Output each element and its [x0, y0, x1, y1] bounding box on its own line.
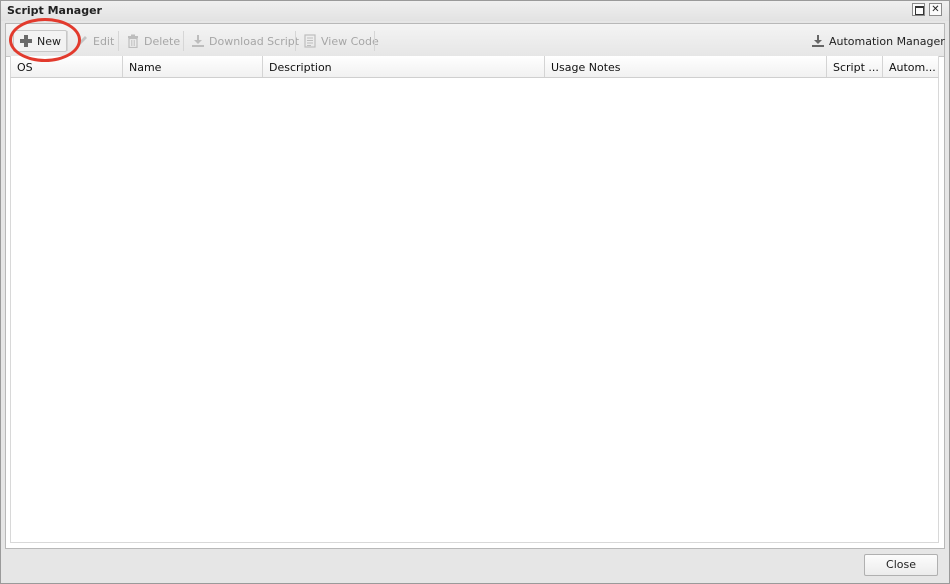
download-script-label: Download Script [209, 34, 300, 48]
column-header-usage-notes[interactable]: Usage Notes [545, 56, 827, 77]
script-grid-body[interactable] [10, 78, 939, 543]
script-manager-window: Script Manager ✕ New Edit Delete Downloa… [0, 0, 950, 584]
delete-button-label: Delete [144, 34, 181, 48]
column-header-script[interactable]: Script ... [827, 56, 883, 77]
view-code-button[interactable]: View Code [297, 30, 385, 52]
toolbar-divider [67, 31, 68, 51]
view-code-label: View Code [321, 34, 379, 48]
toolbar-divider [183, 31, 184, 51]
column-header-name[interactable]: Name [123, 56, 263, 77]
close-icon: ✕ [931, 4, 940, 15]
edit-button[interactable]: Edit [69, 30, 120, 52]
toolbar-divider [295, 31, 296, 51]
plus-icon [20, 35, 32, 47]
window-title: Script Manager [7, 4, 102, 17]
new-button-label: New [37, 34, 61, 48]
trash-icon [128, 34, 138, 48]
maximize-button[interactable] [912, 3, 925, 16]
new-button[interactable]: New [13, 30, 67, 52]
automation-manager-button[interactable]: Automation Manager [805, 30, 950, 52]
toolbar-divider [374, 31, 375, 51]
column-header-automation[interactable]: Autom... [883, 56, 938, 77]
close-button[interactable]: Close [864, 554, 938, 576]
script-panel: New Edit Delete Download Script View Cod… [5, 23, 945, 549]
delete-button[interactable]: Delete [120, 30, 186, 52]
download-icon [812, 35, 824, 47]
toolbar-divider [118, 31, 119, 51]
grid-header: OS Name Description Usage Notes Script .… [10, 56, 939, 78]
column-header-description[interactable]: Description [263, 56, 545, 77]
automation-manager-label: Automation Manager [829, 34, 945, 48]
toolbar: New Edit Delete Download Script View Cod… [6, 24, 945, 57]
document-icon [304, 34, 316, 48]
edit-button-label: Edit [93, 34, 115, 48]
download-script-button[interactable]: Download Script [185, 30, 305, 52]
column-header-os[interactable]: OS [11, 56, 123, 77]
window-close-button[interactable]: ✕ [929, 3, 942, 16]
maximize-icon [915, 6, 924, 15]
pencil-icon [77, 36, 87, 46]
title-bar[interactable]: Script Manager ✕ [1, 1, 949, 21]
download-icon [192, 35, 204, 47]
